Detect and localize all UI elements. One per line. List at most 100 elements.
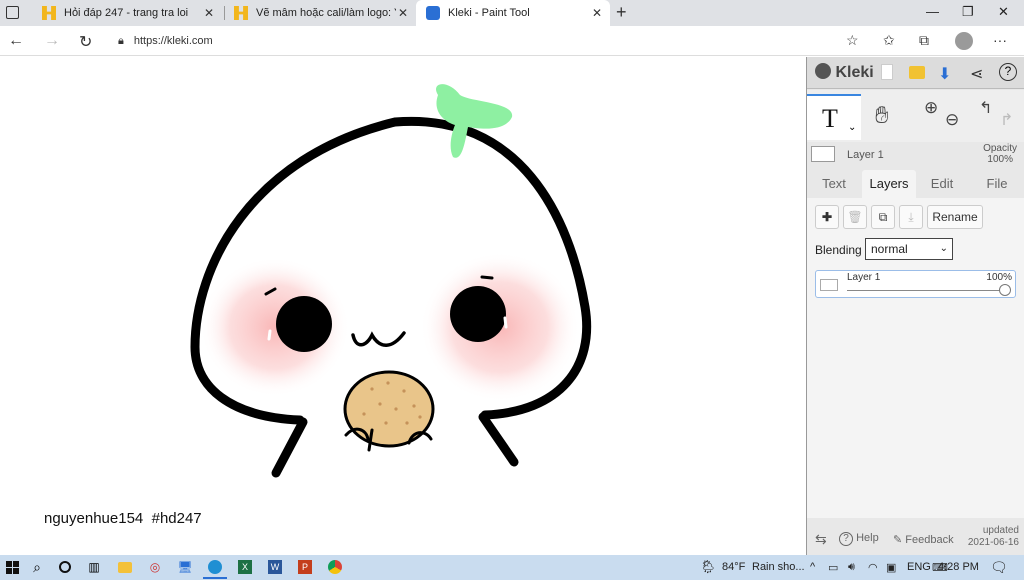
undo-icon[interactable]: ↰ xyxy=(979,98,992,118)
rename-button[interactable]: Rename xyxy=(927,205,983,229)
close-tab-icon[interactable]: ✕ xyxy=(592,6,602,20)
redo-icon[interactable]: ↱ xyxy=(1000,110,1013,130)
kleki-sidebar: Kleki ⬇ ⋖ ? T ⌄ ✋︎ ⊕ ⊖ ↰ ↱ Layer 1 Opaci… xyxy=(806,57,1024,555)
close-window-icon[interactable]: ✕ xyxy=(998,4,1009,20)
chevron-up-icon[interactable]: ^ xyxy=(810,561,815,573)
delete-layer-button[interactable]: 🗑︎ xyxy=(843,205,867,229)
forward-icon[interactable]: → xyxy=(44,32,60,50)
blending-select[interactable]: normal ⌄ xyxy=(865,238,953,260)
layer-item-name: Layer 1 xyxy=(847,272,881,283)
opacity-value: 100% xyxy=(987,154,1013,165)
mochi-character xyxy=(190,84,592,478)
kleki-tabs: Text Layers Edit File xyxy=(807,170,1024,198)
hoidap-favicon-icon xyxy=(234,6,248,20)
chrome-icon[interactable] xyxy=(327,559,343,575)
search-icon[interactable]: ⌕ xyxy=(29,559,45,575)
kleki-footer: ⇆ ? Help ✎ Feedback updated 2021-06-16 xyxy=(807,523,1024,555)
battery-icon[interactable]: ▭ xyxy=(828,561,838,574)
favorites-icon[interactable]: ✩ xyxy=(883,32,895,49)
kleki-topbar: Kleki ⬇ ⋖ ? xyxy=(807,57,1024,89)
duplicate-layer-button[interactable]: ⧉ xyxy=(871,205,895,229)
lock-icon: 🔒︎ xyxy=(118,34,124,47)
layer-thumbnail[interactable] xyxy=(811,146,835,162)
help-footer-button[interactable]: ? Help xyxy=(839,532,879,546)
add-layer-button[interactable]: ✚ xyxy=(815,205,839,229)
edge-icon[interactable] xyxy=(207,559,223,575)
profile-avatar[interactable] xyxy=(955,32,973,50)
layer-opacity-slider-handle[interactable] xyxy=(999,284,1011,296)
zoom-in-icon[interactable]: ⊕ xyxy=(924,98,938,118)
share-icon[interactable]: ⋖ xyxy=(970,64,983,84)
text-tool-icon: T xyxy=(822,104,838,133)
kleki-favicon-icon xyxy=(426,6,440,20)
chevron-down-icon[interactable]: ⌄ xyxy=(848,122,856,133)
help-icon[interactable]: ? xyxy=(999,63,1017,81)
windows-start-icon[interactable] xyxy=(4,559,20,575)
file-explorer-icon[interactable] xyxy=(117,559,133,575)
excel-icon[interactable]: X xyxy=(237,559,253,575)
tab-hoidap[interactable]: Hỏi đáp 247 - trang tra loi ✕ xyxy=(32,0,222,26)
merge-layer-button[interactable]: ⤓ xyxy=(899,205,923,229)
screen-icon[interactable]: ▣ xyxy=(886,561,896,574)
hoidap-favicon-icon xyxy=(42,6,56,20)
open-folder-icon[interactable] xyxy=(909,66,925,79)
tab-edit[interactable]: Edit xyxy=(927,170,957,198)
weather-text[interactable]: Rain sho... xyxy=(752,561,805,573)
swap-side-icon[interactable]: ⇆ xyxy=(815,531,827,548)
feedback-button[interactable]: ✎ Feedback xyxy=(893,533,954,546)
zoom-out-icon[interactable]: ⊖ xyxy=(945,110,959,130)
restore-icon[interactable]: ❐ xyxy=(962,4,974,20)
kleki-logo: Kleki xyxy=(815,63,874,82)
close-tab-icon[interactable]: ✕ xyxy=(398,6,408,20)
layers-panel: ✚ 🗑︎ ⧉ ⤓ Rename Blending normal ⌄ Layer … xyxy=(807,198,1024,518)
notification-icon[interactable]: 🗨︎ xyxy=(990,559,1008,576)
weather-icon[interactable]: 🌦︎ xyxy=(700,559,717,575)
download-icon[interactable]: ⬇ xyxy=(938,64,951,84)
address-bar-row: ← → ↻ 🔒︎ https://kleki.com ☆ ✩ ⧉ ··· xyxy=(0,26,1024,56)
collections-icon[interactable]: ⧉ xyxy=(919,32,929,49)
close-tab-icon[interactable]: ✕ xyxy=(204,6,214,20)
cortana-icon[interactable] xyxy=(57,559,73,575)
layer-list-item[interactable]: Layer 1 100% xyxy=(815,270,1016,298)
layer-preview-row: Layer 1 Opacity 100% xyxy=(807,143,1024,169)
url-field[interactable]: 🔒︎ https://kleki.com xyxy=(110,29,880,53)
app-red-icon[interactable]: ◎ xyxy=(147,559,163,575)
layer-item-opacity: 100% xyxy=(986,272,1012,283)
kleki-logo-text: Kleki xyxy=(835,64,874,81)
new-image-icon[interactable] xyxy=(881,64,893,80)
hand-tool-icon[interactable]: ✋︎ xyxy=(875,102,889,130)
task-view-icon[interactable]: ▥ xyxy=(86,559,102,575)
kleki-logo-icon xyxy=(815,63,831,79)
new-tab-icon[interactable]: + xyxy=(616,2,627,23)
feedback-label: Feedback xyxy=(905,534,954,546)
tab-kleki[interactable]: Kleki - Paint Tool ✕ xyxy=(416,0,610,26)
weather-temp[interactable]: 84°F xyxy=(722,561,745,573)
drawing-svg xyxy=(190,84,592,478)
updated-date: 2021-06-16 xyxy=(967,537,1019,548)
remote-desktop-icon[interactable]: 🖥︎ xyxy=(177,559,193,575)
more-icon[interactable]: ··· xyxy=(993,32,1007,48)
layer-opacity-slider-track[interactable] xyxy=(847,290,1005,291)
back-icon[interactable]: ← xyxy=(8,32,24,50)
tab-vemam[interactable]: Vẽ mâm hoặc cali/làm logo: Yêu ✕ xyxy=(224,0,416,26)
language-indicator[interactable]: ENG xyxy=(907,561,931,573)
drawing-canvas[interactable]: nguyenhue154 #hd247 xyxy=(0,57,806,555)
help-circle-icon: ? xyxy=(839,532,853,546)
active-layer-name: Layer 1 xyxy=(847,149,884,161)
powerpoint-icon[interactable]: P xyxy=(297,559,313,575)
volume-icon[interactable]: 🔊︎ xyxy=(848,561,855,574)
tab-layers[interactable]: Layers xyxy=(862,170,916,198)
tab-actions-icon[interactable] xyxy=(6,6,19,19)
windows-taskbar: ⌕ ▥ ◎ 🖥︎ X W P 🌦︎ 84°F Rain sho... ^ ▭ 🔊… xyxy=(0,555,1024,580)
clock-time[interactable]: 4:28 PM xyxy=(938,561,979,573)
tab-file[interactable]: File xyxy=(985,170,1009,198)
minimize-icon[interactable]: — xyxy=(926,4,939,19)
text-tool-button[interactable]: T ⌄ xyxy=(807,94,861,140)
favorite-add-icon[interactable]: ☆ xyxy=(846,32,859,49)
network-icon[interactable]: ◠ xyxy=(868,561,878,574)
blending-label: Blending xyxy=(815,243,862,257)
updated-label: updated xyxy=(982,525,1019,536)
tab-text[interactable]: Text xyxy=(815,170,853,198)
word-icon[interactable]: W xyxy=(267,559,283,575)
reload-icon[interactable]: ↻ xyxy=(79,32,92,52)
